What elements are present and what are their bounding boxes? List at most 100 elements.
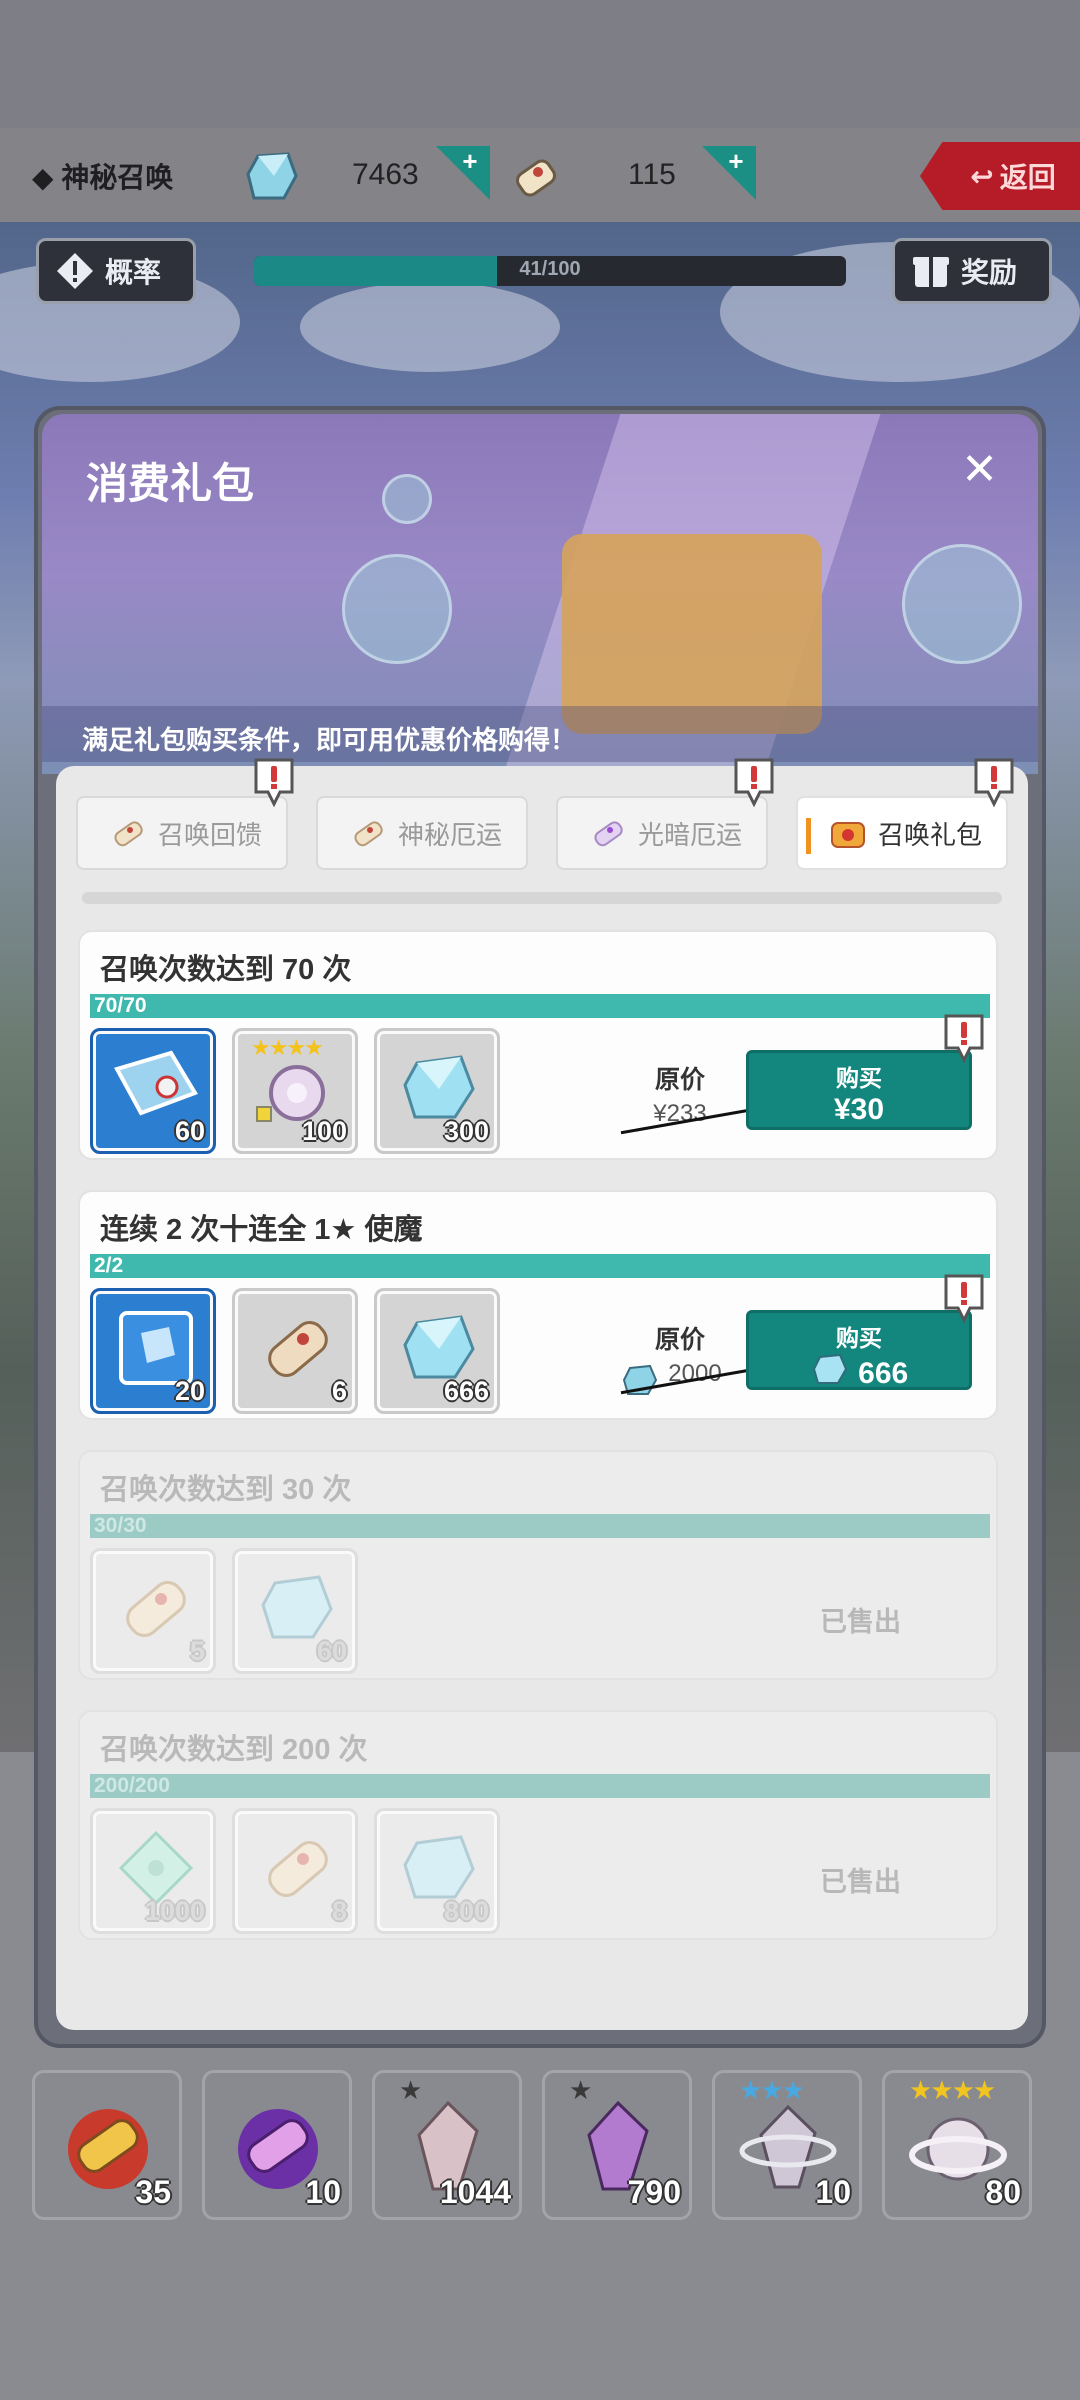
- scroll-icon: [114, 821, 143, 847]
- reward-item: 8: [232, 1808, 358, 1934]
- modal-subtitle: 满足礼包购买条件，即可用优惠价格购得！: [42, 706, 1038, 762]
- summon-progress-bar: 41/100: [254, 256, 846, 286]
- reward-item: 60: [232, 1548, 358, 1674]
- treasure-chest-illustration: [562, 534, 822, 734]
- reward-button[interactable]: 奖励: [892, 238, 1052, 304]
- scroll-count: 115: [628, 158, 676, 191]
- alert-badge-icon: [254, 758, 294, 808]
- pack-progress-text: 30/30: [94, 1514, 147, 1537]
- modal-title: 消费礼包: [86, 460, 255, 507]
- svg-text:+: +: [728, 146, 743, 176]
- item-count: 300: [443, 1116, 489, 1146]
- warning-icon: [57, 253, 93, 289]
- item-count: 790: [627, 2174, 681, 2210]
- scroll-icon: [268, 1841, 328, 1897]
- back-button[interactable]: ↩ 返回: [920, 142, 1080, 210]
- consumption-gift-modal: 消费礼包 ✕ 满足礼包购买条件，即可用优惠价格购得！ 召唤回馈 神秘厄运 光暗厄…: [34, 406, 1046, 2048]
- item-count: 10: [815, 2174, 851, 2210]
- sold-out-label: 已售出: [820, 1607, 901, 1637]
- pack-title: 连续 2 次十连全 1★ 使魔: [100, 1214, 423, 1246]
- close-button[interactable]: ✕: [961, 444, 998, 495]
- pack-progress-bar: 70/70: [90, 994, 990, 1018]
- inventory-item[interactable]: ★★★ 10: [712, 2070, 862, 2220]
- reward-item: 5: [90, 1548, 216, 1674]
- buy-label: 购买: [836, 1065, 882, 1091]
- summon-progress-text: 41/100: [519, 258, 581, 280]
- item-count: 5: [189, 1636, 205, 1666]
- tab-label: 召唤回馈: [158, 819, 263, 850]
- page-title: ◆ 神秘召唤: [32, 162, 174, 193]
- tab-scroll-divider: [82, 892, 1002, 904]
- gift-pack-card-sold: 召唤次数达到 200 次 200/200 1000 8 800 已售出: [78, 1710, 998, 1940]
- pack-title: 召唤次数达到 200 次: [100, 1734, 368, 1766]
- inventory-item[interactable]: 35: [32, 2070, 182, 2220]
- scroll-icon: [126, 1581, 186, 1637]
- scroll-icon: [516, 159, 556, 197]
- original-price-label: 原价: [654, 1066, 705, 1094]
- alert-badge-icon: [944, 1274, 984, 1324]
- back-label: 返回: [999, 162, 1056, 193]
- reward-item[interactable]: 300: [374, 1028, 500, 1154]
- alert-badge-icon: [734, 758, 774, 808]
- reward-item[interactable]: ★★★★ 100: [232, 1028, 358, 1154]
- pack-progress-text: 2/2: [94, 1254, 124, 1277]
- pack-progress-bar: 30/30: [90, 1514, 990, 1538]
- buy-price: 666: [858, 1357, 909, 1390]
- item-count: 6: [331, 1376, 347, 1406]
- original-price-label: 原价: [654, 1326, 705, 1354]
- rate-label: 概率: [105, 257, 162, 288]
- gift-box-icon: [831, 822, 865, 848]
- gift-panel: 召唤回馈 神秘厄运 光暗厄运 召唤礼包 召唤次数达到 70 次 70/70 60…: [56, 758, 1028, 2030]
- buy-button[interactable]: 购买 666: [746, 1310, 972, 1390]
- item-count: 8: [331, 1896, 347, 1926]
- scroll-icon: [354, 821, 383, 847]
- reward-item[interactable]: 20: [90, 1288, 216, 1414]
- item-count: 60: [316, 1636, 347, 1666]
- gem-count: 7463: [352, 158, 419, 191]
- inventory-item[interactable]: ★★★★ 80: [882, 2070, 1032, 2220]
- scroll-resource: 115: [508, 146, 728, 206]
- reward-item[interactable]: 6: [232, 1288, 358, 1414]
- tab-label: 光暗厄运: [638, 819, 743, 850]
- gift-pack-card: 召唤次数达到 70 次 70/70 60 ★★★★ 100 300 原价 ¥23…: [78, 930, 998, 1160]
- tab-label: 召唤礼包: [878, 819, 983, 850]
- crystal-icon: [622, 1364, 658, 1395]
- reward-item: 800: [374, 1808, 500, 1934]
- inventory-item[interactable]: ★ 790: [542, 2070, 692, 2220]
- reward-label: 奖励: [961, 257, 1018, 288]
- reward-item[interactable]: 666: [374, 1288, 500, 1414]
- inventory-item[interactable]: 10: [202, 2070, 352, 2220]
- tab-mystic-misfortune[interactable]: 神秘厄运: [316, 796, 528, 870]
- tab-label: 神秘厄运: [398, 819, 503, 850]
- buy-price: ¥30: [833, 1093, 885, 1126]
- reward-item[interactable]: 60: [90, 1028, 216, 1154]
- inventory-item[interactable]: ★ 1044: [372, 2070, 522, 2220]
- purple-scroll-icon: [594, 821, 623, 847]
- crystal-icon: [246, 152, 298, 200]
- item-count: 10: [305, 2174, 341, 2210]
- alert-badge-icon: [974, 758, 1014, 808]
- buy-label: 购买: [836, 1325, 882, 1351]
- item-count: 80: [985, 2174, 1021, 2210]
- item-count: 100: [301, 1116, 347, 1146]
- add-scrolls-icon[interactable]: +: [702, 146, 756, 200]
- pack-progress-text: 70/70: [94, 994, 147, 1017]
- add-gems-icon[interactable]: +: [436, 146, 490, 200]
- item-count: 1044: [439, 2174, 511, 2210]
- scroll-icon: [268, 1321, 328, 1377]
- sold-out-label: 已售出: [820, 1867, 901, 1897]
- crystal-icon: [812, 1353, 847, 1384]
- svg-text:+: +: [462, 146, 477, 176]
- buy-button[interactable]: 购买 ¥30: [746, 1050, 972, 1130]
- item-count: 20: [174, 1376, 205, 1406]
- pack-progress-bar: 2/2: [90, 1254, 990, 1278]
- item-count: 1000: [144, 1896, 205, 1926]
- item-count: 60: [174, 1116, 205, 1146]
- rate-button[interactable]: 概率: [36, 238, 196, 304]
- item-count: 800: [443, 1896, 489, 1926]
- top-bar: ◆ 神秘召唤 7463 + 115 + ↩ 返回: [0, 128, 1080, 222]
- pack-title: 召唤次数达到 30 次: [100, 1474, 352, 1506]
- gift-pack-card-sold: 召唤次数达到 30 次 30/30 5 60 已售出: [78, 1450, 998, 1680]
- modal-banner: 消费礼包 ✕ 满足礼包购买条件，即可用优惠价格购得！: [42, 414, 1038, 774]
- reward-item: 1000: [90, 1808, 216, 1934]
